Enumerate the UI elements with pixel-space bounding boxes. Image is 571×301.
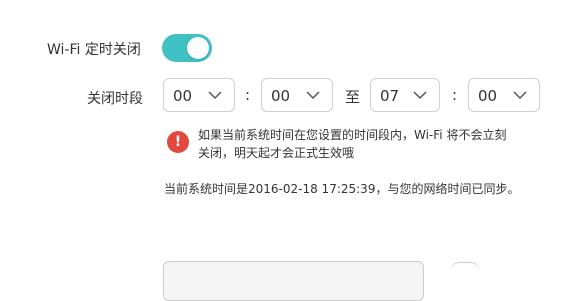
chevron-down-icon [208,91,222,100]
chevron-down-icon [513,91,527,100]
cancel-button[interactable] [450,262,480,277]
period-label: 关闭时段 [87,91,143,107]
system-time-status: 当前系统时间是2016-02-18 17:25:39，与您的网络时间已同步。 [164,182,520,196]
end-minute-select[interactable]: 00 [468,78,540,112]
save-button[interactable] [163,261,424,301]
start-hour-select[interactable]: 00 [163,78,235,112]
start-hour-value: 00 [173,87,193,105]
exclamation-icon: ! [167,131,189,153]
chevron-down-icon [413,91,427,100]
start-minute-value: 00 [271,87,291,105]
start-minute-select[interactable]: 00 [261,78,333,112]
chevron-down-icon [306,91,320,100]
wifi-timer-label: Wi-Fi 定时关闭 [47,42,141,58]
time-separator: : [452,86,458,104]
wifi-timer-toggle[interactable] [162,34,212,62]
end-hour-select[interactable]: 07 [370,78,440,112]
toggle-knob [187,37,209,59]
to-label: 至 [345,88,361,106]
end-hour-value: 07 [380,87,400,105]
warning-text: 如果当前系统时间在您设置的时间段内，Wi-Fi 将不会立刻关闭，明天起才会正式生… [198,128,507,160]
end-minute-value: 00 [478,87,498,105]
time-separator: : [245,86,251,104]
